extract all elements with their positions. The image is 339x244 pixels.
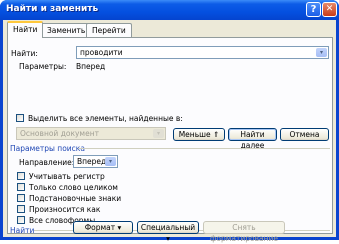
- tab-goto-label: Перейти: [92, 26, 126, 35]
- scope-select[interactable]: Основной документ ▾: [16, 127, 166, 140]
- special-button-label: Специальный: [140, 223, 196, 232]
- tab-replace-label: Заменить: [47, 26, 86, 35]
- whole-word-checkbox[interactable]: [17, 183, 25, 191]
- highlight-all-checkbox[interactable]: [16, 114, 24, 122]
- less-button[interactable]: Меньше ⇑: [173, 128, 225, 141]
- format-button[interactable]: Формат ▾: [73, 221, 133, 234]
- word-forms-checkbox[interactable]: [17, 216, 25, 224]
- dialog-client: Найти Заменить Перейти Найти: проводити …: [3, 20, 336, 243]
- format-button-label: Формат: [84, 223, 116, 232]
- search-params-title: Параметры поиска: [10, 144, 85, 153]
- search-params-divider: [78, 148, 330, 149]
- scope-select-value: Основной документ: [20, 129, 99, 138]
- window-title: Найти и заменить: [6, 4, 99, 14]
- wildcards-checkbox[interactable]: [17, 194, 25, 202]
- chevron-down-icon: ▾: [166, 234, 170, 243]
- less-button-label: Меньше: [178, 130, 211, 139]
- find-input[interactable]: проводити ▾: [76, 46, 329, 59]
- cancel-button[interactable]: Отмена: [280, 128, 329, 141]
- find-replace-dialog: Найти и заменить ? ✕ Найти Заменить Пере…: [0, 0, 339, 243]
- find-label: Найти:: [11, 49, 38, 58]
- direction-select-value: Вперед: [77, 157, 107, 166]
- find-next-button[interactable]: Найти далее: [228, 128, 277, 150]
- close-button[interactable]: ✕: [322, 2, 337, 17]
- tab-goto[interactable]: Перейти: [86, 23, 132, 37]
- chevron-down-icon: ▾: [117, 223, 122, 232]
- whole-word-label: Только слово целиком: [29, 183, 118, 192]
- find-input-value: проводити: [80, 48, 123, 57]
- tab-find[interactable]: Найти: [7, 21, 44, 38]
- find-panel: Найти: проводити ▾ Параметры: Вперед Выд…: [7, 37, 333, 235]
- double-arrow-up-icon: ⇑: [212, 130, 220, 139]
- chevron-down-icon[interactable]: ▾: [153, 129, 164, 138]
- params-label: Параметры:: [19, 62, 67, 71]
- sounds-like-label: Произносится как: [29, 205, 101, 214]
- title-bar[interactable]: Найти и заменить ? ✕: [0, 0, 339, 20]
- special-button[interactable]: Специальный ▾: [137, 221, 199, 243]
- tab-replace[interactable]: Заменить: [41, 23, 92, 37]
- match-case-checkbox[interactable]: [17, 172, 25, 180]
- chevron-down-icon[interactable]: ▾: [316, 48, 327, 57]
- direction-select[interactable]: Вперед ▾: [73, 155, 118, 168]
- find-group-title: Найти: [10, 226, 35, 235]
- match-case-label: Учитывать регистр: [29, 172, 105, 181]
- sounds-like-checkbox[interactable]: [17, 205, 25, 213]
- chevron-down-icon[interactable]: ▾: [105, 157, 116, 166]
- direction-label: Направление:: [19, 158, 75, 167]
- params-value: Вперед: [76, 62, 106, 71]
- help-button[interactable]: ?: [306, 2, 321, 17]
- highlight-all-label: Выделить все элементы, найденные в:: [28, 114, 183, 123]
- clear-format-button[interactable]: Снять форматирование: [203, 221, 285, 243]
- wildcards-label: Подстановочные знаки: [29, 194, 122, 203]
- tab-find-label: Найти: [13, 25, 38, 34]
